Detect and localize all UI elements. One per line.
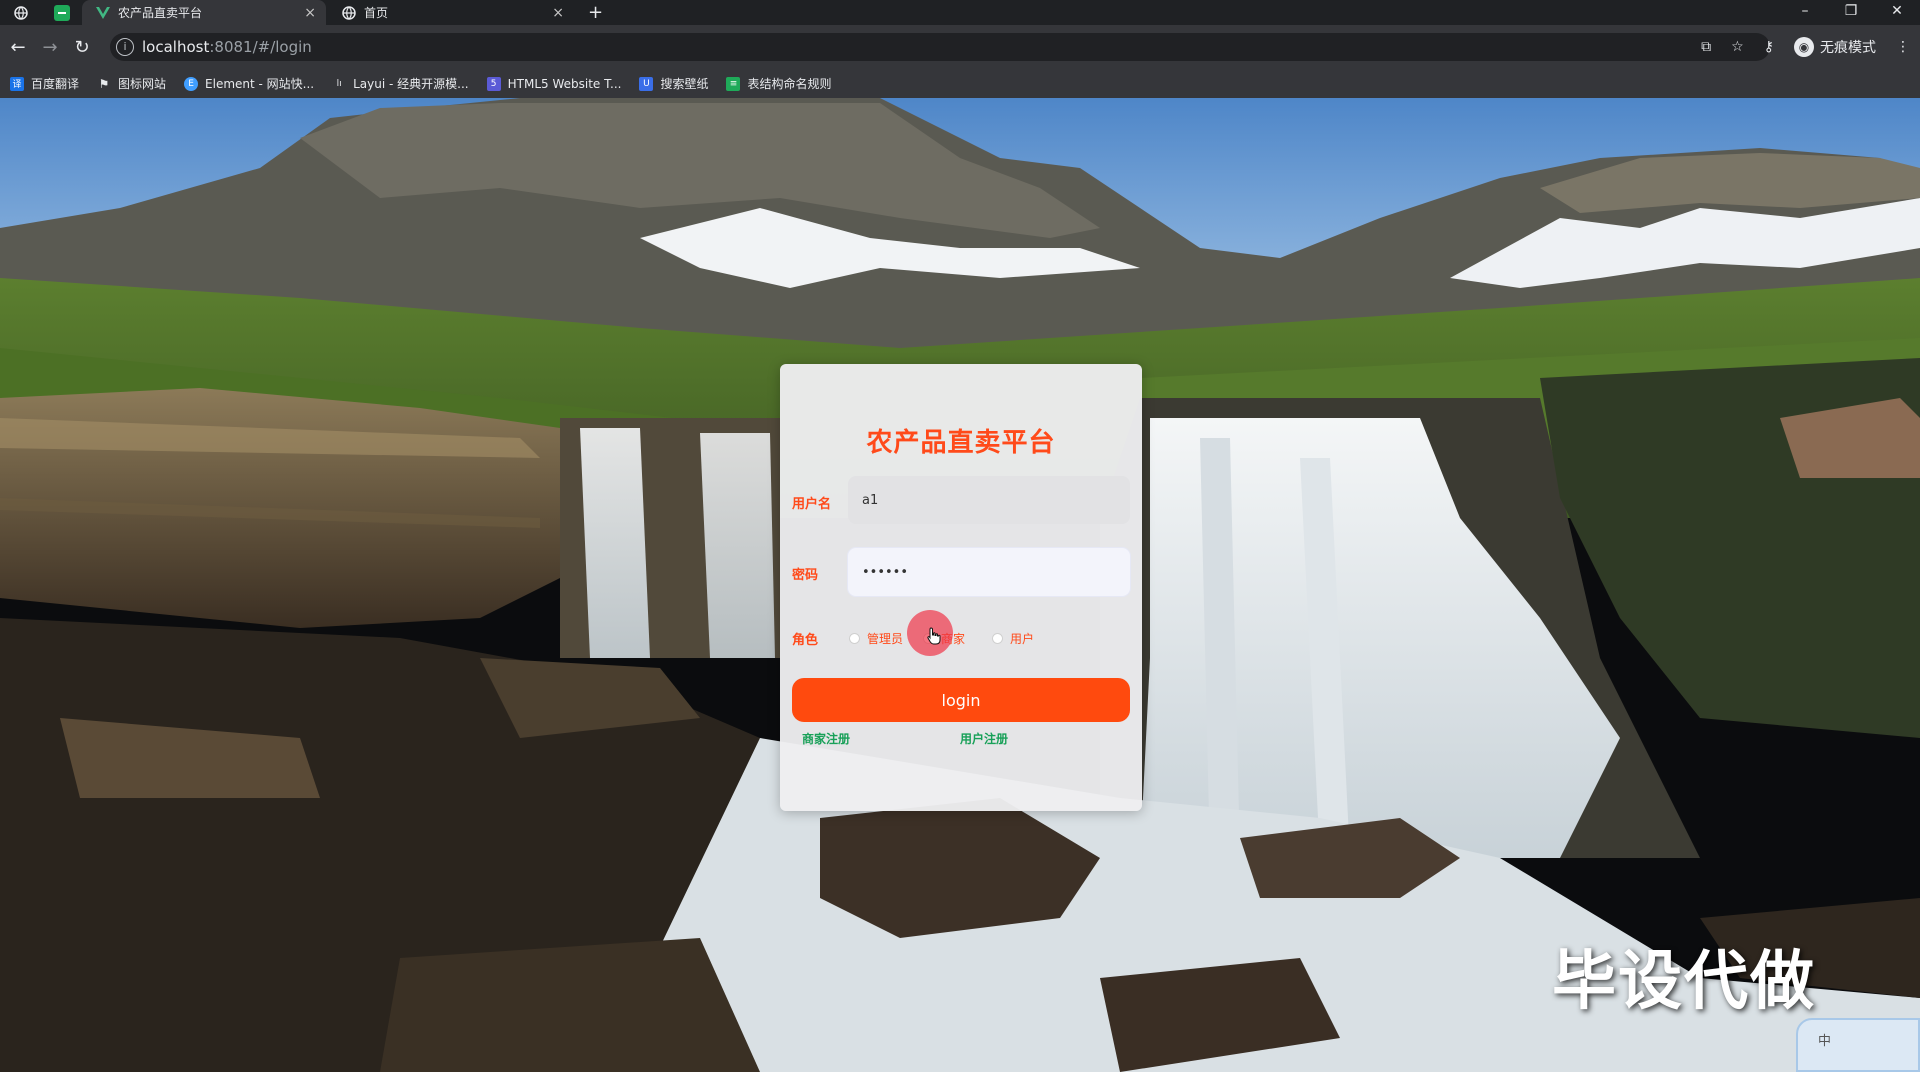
login-title: 农产品直卖平台 — [866, 428, 1056, 458]
hand-cursor-icon — [927, 627, 941, 645]
role-option-label: 用户 — [1010, 632, 1035, 646]
layui-icon: lı — [336, 78, 342, 89]
ime-widget[interactable]: 中 — [1796, 1018, 1920, 1072]
bookmark-label: HTML5 Website T... — [507, 76, 622, 91]
sheet-icon: ≡ — [726, 76, 741, 91]
bookmark-label: Layui - 经典开源模... — [353, 77, 469, 91]
radio-circle[interactable] — [849, 633, 860, 644]
bookmark-label: 表结构命名规则 — [747, 77, 832, 91]
login-button[interactable]: login — [792, 678, 1130, 722]
globe-icon — [342, 5, 356, 20]
bookmark-star-icon[interactable]: ☆ — [1731, 39, 1744, 55]
username-input[interactable] — [848, 476, 1130, 524]
incognito-icon: ◉ — [1794, 37, 1814, 57]
vue-icon — [96, 6, 110, 19]
element-icon: E — [184, 76, 199, 91]
tab-title: 首页 — [364, 6, 389, 20]
ime-mode-label: 中 — [1818, 1034, 1832, 1049]
tab-title: 农产品直卖平台 — [118, 6, 203, 20]
bookmark-label: Element - 网站快... — [205, 77, 315, 91]
close-window-button[interactable]: ✕ — [1874, 0, 1920, 25]
url-host: localhost — [142, 38, 210, 56]
html5-icon: 5 — [486, 76, 501, 91]
role-label: 角色 — [792, 633, 819, 648]
login-card: 农产品直卖平台 用户名 密码 角色 管理员 商家 用户 login 商家注册 用… — [780, 364, 1142, 811]
address-bar[interactable]: i localhost:8081/#/login — [110, 33, 1770, 61]
translate-icon[interactable]: ⧉ — [1701, 39, 1711, 55]
new-tab-button[interactable]: + — [588, 3, 603, 22]
role-radio-user[interactable]: 用户 — [992, 630, 1034, 647]
username-label: 用户名 — [792, 497, 832, 512]
password-input[interactable] — [848, 548, 1130, 596]
toolbar-actions: ⧉ ☆ ⚷ ◉ 无痕模式 ⋮ — [1691, 25, 1920, 69]
tab-pinned-2[interactable] — [42, 0, 82, 25]
bookmark-item[interactable]: lı Layui - 经典开源模... — [332, 75, 469, 92]
tab-close-icon[interactable]: × — [304, 5, 316, 21]
forward-icon[interactable]: → — [34, 37, 66, 58]
site-info-icon[interactable]: i — [116, 38, 134, 56]
tab-home[interactable]: 首页 × — [326, 0, 574, 25]
bookmark-item[interactable]: E Element - 网站快... — [184, 75, 314, 92]
bookmark-label: 搜索壁纸 — [660, 77, 709, 91]
bookmarks-bar: 译 百度翻译 ⚑ 图标网站 E Element - 网站快... lı Layu… — [0, 69, 1920, 99]
wallpaper-icon: U — [639, 76, 654, 91]
bookmark-item[interactable]: 译 百度翻译 — [10, 75, 79, 92]
bookmark-item[interactable]: U 搜索壁纸 — [639, 75, 708, 92]
window-controls: – ❐ ✕ — [1782, 0, 1920, 25]
minimize-button[interactable]: – — [1782, 0, 1828, 25]
url-path: :8081/#/login — [209, 38, 312, 56]
user-register-link[interactable]: 用户注册 — [960, 730, 1008, 747]
flag-icon: ⚑ — [98, 76, 110, 91]
incognito-profile[interactable]: ◉ 无痕模式 — [1794, 37, 1876, 57]
role-option-label: 管理员 — [867, 632, 904, 646]
menu-kebab-icon[interactable]: ⋮ — [1896, 39, 1910, 55]
browser-toolbar: ← → ↻ i localhost:8081/#/login ⧉ ☆ ⚷ ◉ 无… — [0, 25, 1920, 69]
password-label: 密码 — [792, 568, 819, 583]
back-icon[interactable]: ← — [2, 37, 34, 58]
incognito-label: 无痕模式 — [1820, 40, 1876, 56]
tab-active[interactable]: 农产品直卖平台 × — [82, 0, 326, 25]
bookmark-item[interactable]: ⚑ 图标网站 — [97, 75, 166, 92]
password-key-icon[interactable]: ⚷ — [1764, 39, 1774, 55]
restore-button[interactable]: ❐ — [1828, 0, 1874, 25]
bookmark-label: 百度翻译 — [31, 77, 80, 91]
tab-close-icon[interactable]: × — [552, 5, 564, 21]
green-app-icon — [54, 4, 70, 21]
reload-icon[interactable]: ↻ — [66, 37, 98, 58]
bookmark-label: 图标网站 — [118, 77, 167, 91]
tab-strip: 农产品直卖平台 × 首页 × + – ❐ ✕ — [0, 0, 1920, 25]
merchant-register-link[interactable]: 商家注册 — [802, 730, 850, 747]
role-radio-admin[interactable]: 管理员 — [849, 630, 903, 647]
watermark-text: 毕设代做 — [1552, 945, 1816, 1019]
bookmark-item[interactable]: 5 HTML5 Website T... — [486, 76, 622, 91]
globe-icon — [14, 5, 28, 20]
tab-pinned-1[interactable] — [0, 0, 42, 25]
translate-icon: 译 — [10, 76, 24, 91]
radio-circle[interactable] — [992, 633, 1003, 644]
bookmark-item[interactable]: ≡ 表结构命名规则 — [726, 75, 831, 92]
